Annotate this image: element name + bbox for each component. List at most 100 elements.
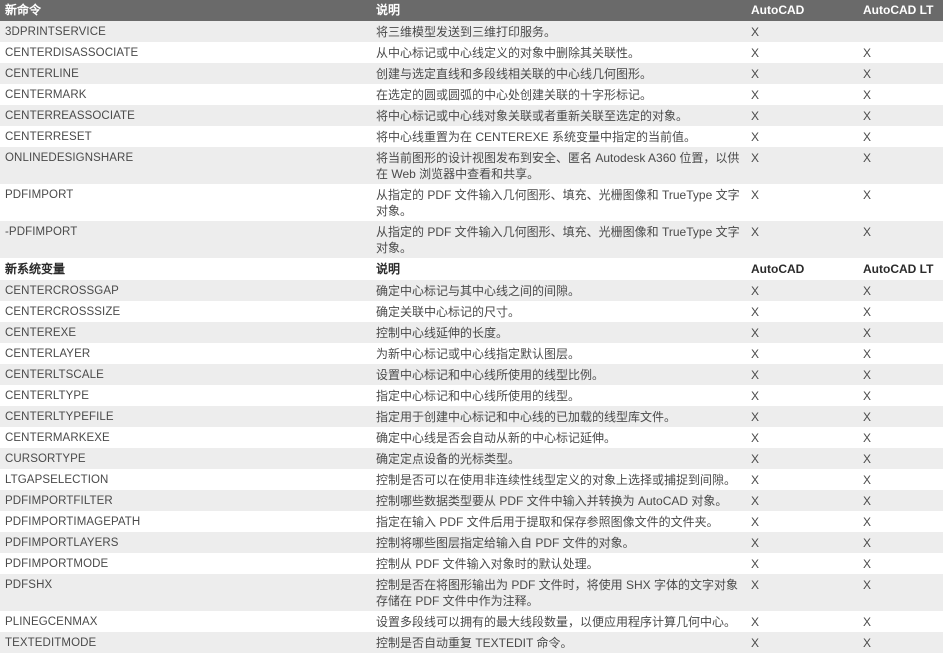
autocad-mark: X (751, 46, 760, 60)
command-description: 控制哪些数据类型要从 PDF 文件中输入并转换为 AutoCAD 对象。 (376, 494, 728, 508)
command-description: 控制是否自动重复 TEXTEDIT 命令。 (376, 636, 573, 650)
table-row: CENTERLTYPEFILE 指定用于创建中心标记和中心线的已加载的线型库文件。… (0, 406, 943, 427)
command-name: PDFIMPORTLAYERS (5, 537, 119, 549)
autocad-lt-mark: X (863, 88, 872, 102)
command-description: 确定关联中心标记的尺寸。 (376, 305, 521, 319)
command-name: PDFIMPORTMODE (5, 558, 109, 570)
command-description: 确定中心标记与其中心线之间的间隙。 (376, 284, 581, 298)
command-name: CENTERMARKEXE (5, 432, 110, 444)
header-autocad: AutoCAD (751, 262, 805, 276)
autocad-mark: X (751, 151, 760, 165)
command-description: 设置中心标记和中心线所使用的线型比例。 (376, 368, 605, 382)
autocad-lt-mark: X (863, 225, 872, 239)
command-name: CENTERREASSOCIATE (5, 110, 135, 122)
command-description: 将三维模型发送到三维打印服务。 (376, 25, 557, 39)
command-name: ONLINEDESIGNSHARE (5, 152, 134, 164)
command-name: -PDFIMPORT (5, 226, 78, 238)
autocad-mark: X (751, 515, 760, 529)
autocad-lt-mark: X (863, 615, 872, 629)
table-row: PDFIMPORTLAYERS 控制将哪些图层指定给输入自 PDF 文件的对象。 X… (0, 532, 943, 553)
table-row: PDFIMPORTIMAGEPATH 指定在输入 PDF 文件后用于提取和保存参照… (0, 511, 943, 532)
autocad-mark: X (751, 305, 760, 319)
command-description: 确定定点设备的光标类型。 (376, 452, 521, 466)
autocad-mark: X (751, 188, 760, 202)
header-new-commands: 新命令 (5, 3, 42, 17)
table-row: CENTERLTYPE 指定中心标记和中心线所使用的线型。 X X (0, 385, 943, 406)
command-description: 控制中心线延伸的长度。 (376, 326, 509, 340)
table-row: TEXTEDITMODE 控制是否自动重复 TEXTEDIT 命令。 X X (0, 632, 943, 653)
command-description: 指定用于创建中心标记和中心线的已加载的线型库文件。 (376, 410, 677, 424)
command-description: 确定中心线是否会自动从新的中心标记延伸。 (376, 431, 617, 445)
command-description: 从中心标记或中心线定义的对象中删除其关联性。 (376, 46, 641, 60)
command-name: PDFSHX (5, 579, 53, 591)
autocad-lt-mark: X (863, 578, 872, 592)
autocad-mark: X (751, 88, 760, 102)
autocad-lt-mark: X (863, 389, 872, 403)
autocad-lt-mark: X (863, 46, 872, 60)
autocad-lt-mark: X (863, 130, 872, 144)
autocad-mark: X (751, 130, 760, 144)
autocad-lt-mark: X (863, 67, 872, 81)
command-name: CENTERDISASSOCIATE (5, 47, 139, 59)
autocad-lt-mark: X (863, 473, 872, 487)
autocad-lt-mark: X (863, 305, 872, 319)
command-name: TEXTEDITMODE (5, 637, 97, 649)
command-name: CENTERMARK (5, 89, 87, 101)
header-description: 说明 (376, 3, 401, 17)
autocad-mark: X (751, 452, 760, 466)
table-row: CENTERLINE 创建与选定直线和多段线相关联的中心线几何图形。 X X (0, 63, 943, 84)
table-row: PDFIMPORT 从指定的 PDF 文件输入几何图形、填充、光栅图像和 True… (0, 184, 943, 221)
command-name: CENTERLINE (5, 68, 79, 80)
command-name: CENTERLTSCALE (5, 369, 104, 381)
new-commands-header-row: 新命令 说明 AutoCAD AutoCAD LT (0, 0, 943, 21)
autocad-lt-mark: X (863, 452, 872, 466)
autocad-mark: X (751, 67, 760, 81)
table-row: CENTERRESET 将中心线重置为在 CENTEREXE 系统变量中指定的当前… (0, 126, 943, 147)
command-description: 将中心标记或中心线对象关联或者重新关联至选定的对象。 (376, 109, 689, 123)
header-new-system-variables: 新系统变量 (5, 262, 66, 276)
autocad-mark: X (751, 536, 760, 550)
table-row: CENTERDISASSOCIATE 从中心标记或中心线定义的对象中删除其关联性。… (0, 42, 943, 63)
autocad-lt-mark: X (863, 515, 872, 529)
autocad-mark: X (751, 389, 760, 403)
autocad-mark: X (751, 225, 760, 239)
command-name: PDFIMPORT (5, 189, 74, 201)
command-description: 设置多段线可以拥有的最大线段数量，以便应用程序计算几何中心。 (376, 615, 737, 629)
command-name: CENTERCROSSGAP (5, 285, 119, 297)
autocad-lt-mark: X (863, 368, 872, 382)
autocad-mark: X (751, 25, 760, 39)
command-name: PDFIMPORTFILTER (5, 495, 113, 507)
autocad-lt-mark: X (863, 536, 872, 550)
autocad-mark: X (751, 284, 760, 298)
autocad-mark: X (751, 368, 760, 382)
autocad-mark: X (751, 636, 760, 650)
table-row: PLINEGCENMAX 设置多段线可以拥有的最大线段数量，以便应用程序计算几何中… (0, 611, 943, 632)
table-row: -PDFIMPORT 从指定的 PDF 文件输入几何图形、填充、光栅图像和 Tru… (0, 221, 943, 258)
new-commands-rows: 3DPRINTSERVICE 将三维模型发送到三维打印服务。 X CENTERDISA… (0, 21, 943, 258)
command-description: 控制是否可以在使用非连续性线型定义的对象上选择或捕捉到间隙。 (376, 473, 737, 487)
command-description: 控制是否在将图形输出为 PDF 文件时，将使用 SHX 字体的文字对象存储在 P… (376, 578, 739, 608)
new-system-variables-rows: CENTERCROSSGAP 确定中心标记与其中心线之间的间隙。 X X CENTERC… (0, 280, 943, 653)
autocad-lt-mark: X (863, 557, 872, 571)
autocad-lt-mark: X (863, 494, 872, 508)
autocad-lt-mark: X (863, 347, 872, 361)
autocad-mark: X (751, 109, 760, 123)
autocad-lt-mark: X (863, 151, 872, 165)
command-description: 创建与选定直线和多段线相关联的中心线几何图形。 (376, 67, 653, 81)
command-description: 在选定的圆或圆弧的中心处创建关联的十字形标记。 (376, 88, 653, 102)
command-name: 3DPRINTSERVICE (5, 26, 106, 38)
autocad-lt-mark: X (863, 410, 872, 424)
command-name: CENTERLTYPEFILE (5, 411, 114, 423)
table-row: PDFIMPORTMODE 控制从 PDF 文件输入对象时的默认处理。 X X (0, 553, 943, 574)
autocad-mark: X (751, 557, 760, 571)
command-description: 控制从 PDF 文件输入对象时的默认处理。 (376, 557, 599, 571)
command-name: LTGAPSELECTION (5, 474, 109, 486)
header-autocad: AutoCAD (751, 3, 805, 17)
command-name: PLINEGCENMAX (5, 616, 98, 628)
table-row: 3DPRINTSERVICE 将三维模型发送到三维打印服务。 X (0, 21, 943, 42)
command-name: CENTERRESET (5, 131, 92, 143)
new-system-variables-section: 新系统变量 说明 AutoCAD AutoCAD LT CENTERCROSSG… (0, 258, 943, 653)
command-description: 控制将哪些图层指定给输入自 PDF 文件的对象。 (376, 536, 635, 550)
commands-reference-page: 新命令 说明 AutoCAD AutoCAD LT 3DPRINTSERVICE… (0, 0, 943, 653)
command-description: 从指定的 PDF 文件输入几何图形、填充、光栅图像和 TrueType 文字对象… (376, 225, 740, 255)
